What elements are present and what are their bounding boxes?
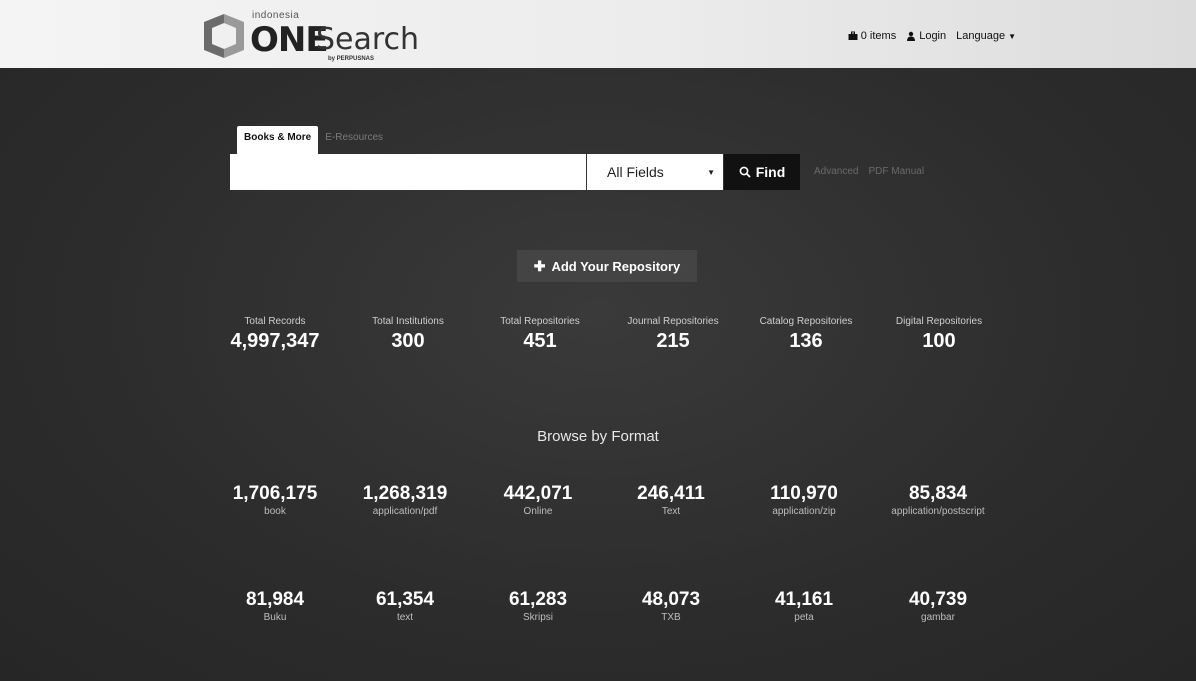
browse-by-format-heading: Browse by Format xyxy=(537,428,659,445)
format-item[interactable]: 246,411 Text xyxy=(606,483,736,517)
add-repository-button[interactable]: ✚ Add Your Repository xyxy=(517,250,697,282)
format-label: gambar xyxy=(921,612,955,623)
stat-value: 215 xyxy=(656,330,690,352)
advanced-search-link[interactable]: Advanced xyxy=(814,166,858,177)
onesearch-logo[interactable]: indonesia ONE Search by PERPUSNAS xyxy=(200,8,419,64)
language-dropdown[interactable]: Language ▼ xyxy=(956,30,1016,42)
format-item[interactable]: 41,161 peta xyxy=(739,589,869,623)
stat-label: Catalog Repositories xyxy=(759,316,853,327)
format-label: application/postscript xyxy=(891,506,985,517)
format-count: 85,834 xyxy=(908,483,968,504)
format-item[interactable]: 442,071 Online xyxy=(473,483,603,517)
format-label: peta xyxy=(794,612,814,623)
stat-value: 451 xyxy=(523,330,557,352)
field-select-value: All Fields xyxy=(607,164,664,180)
stat-total-institutions: Total Institutions 300 xyxy=(343,316,473,353)
stat-total-repositories: Total Repositories 451 xyxy=(475,316,605,353)
cart-items-label: 0 items xyxy=(860,30,897,42)
format-item[interactable]: 85,834 application/postscript xyxy=(873,483,1003,517)
search-tabs: Books & More E-Resources xyxy=(237,126,390,154)
format-label: book xyxy=(264,506,286,517)
format-label: Online xyxy=(523,506,553,517)
logo-search-text: Search xyxy=(316,22,420,57)
stat-label: Total Institutions xyxy=(372,316,444,327)
format-count: 61,283 xyxy=(508,589,568,610)
format-count: 40,739 xyxy=(908,589,968,610)
format-count: 110,970 xyxy=(770,483,838,504)
format-label: text xyxy=(396,612,414,623)
format-label: Text xyxy=(661,506,681,517)
user-icon xyxy=(907,31,916,41)
briefcase-icon xyxy=(848,31,858,40)
language-label: Language xyxy=(956,30,1006,42)
format-item[interactable]: 1,268,319 application/pdf xyxy=(340,483,470,517)
format-count: 1,268,319 xyxy=(362,483,448,504)
stat-catalog-repositories: Catalog Repositories 136 xyxy=(741,316,871,353)
find-label: Find xyxy=(755,164,786,180)
format-count: 246,411 xyxy=(637,483,705,504)
login-link[interactable]: Login xyxy=(906,30,946,42)
format-count: 1,706,175 xyxy=(232,483,318,504)
format-count: 442,071 xyxy=(503,483,573,504)
stat-digital-repositories: Digital Repositories 100 xyxy=(874,316,1004,353)
login-label: Login xyxy=(919,30,947,42)
caret-down-icon: ▼ xyxy=(707,168,715,177)
stat-value: 100 xyxy=(922,330,956,352)
search-input[interactable] xyxy=(230,154,586,190)
format-label: Buku xyxy=(263,612,287,623)
format-item[interactable]: 40,739 gambar xyxy=(873,589,1003,623)
format-count: 41,161 xyxy=(774,589,834,610)
stat-value: 136 xyxy=(789,330,823,352)
format-item[interactable]: 48,073 TXB xyxy=(606,589,736,623)
cart-link[interactable]: 0 items xyxy=(848,30,896,42)
stat-journal-repositories: Journal Repositories 215 xyxy=(608,316,738,353)
find-button[interactable]: Find xyxy=(724,154,800,190)
plus-icon: ✚ xyxy=(533,257,546,274)
search-links: Advanced PDF Manual xyxy=(814,166,924,177)
tab-e-resources[interactable]: E-Resources xyxy=(318,126,390,154)
search-icon xyxy=(739,166,751,178)
format-label: application/zip xyxy=(772,506,836,517)
format-count: 61,354 xyxy=(375,589,435,610)
stat-label: Total Repositories xyxy=(500,316,580,327)
format-count: 81,984 xyxy=(245,589,305,610)
stat-label: Digital Repositories xyxy=(895,316,983,327)
header: indonesia ONE Search by PERPUSNAS 0 item… xyxy=(0,0,1196,68)
stat-value: 300 xyxy=(391,330,425,352)
field-select[interactable]: All Fields ▼ xyxy=(587,154,723,190)
logo-mark-icon xyxy=(204,14,244,58)
format-item[interactable]: 61,283 Skripsi xyxy=(473,589,603,623)
add-repository-label: Add Your Repository xyxy=(551,258,681,274)
format-item[interactable]: 61,354 text xyxy=(340,589,470,623)
format-item[interactable]: 81,984 Buku xyxy=(210,589,340,623)
format-count: 48,073 xyxy=(641,589,701,610)
tab-books-and-more[interactable]: Books & More xyxy=(237,126,319,154)
stat-total-records: Total Records 4,997,347 xyxy=(210,316,340,353)
stat-label: Journal Repositories xyxy=(627,316,719,327)
pdf-manual-link[interactable]: PDF Manual xyxy=(868,166,924,177)
format-label: TXB xyxy=(661,612,681,623)
top-nav: 0 items Login Language ▼ xyxy=(848,30,1016,42)
format-label: Skripsi xyxy=(522,612,553,623)
format-label: application/pdf xyxy=(372,506,438,517)
format-item[interactable]: 1,706,175 book xyxy=(210,483,340,517)
logo-by-text: by PERPUSNAS xyxy=(328,56,375,62)
format-item[interactable]: 110,970 application/zip xyxy=(739,483,869,517)
stat-value: 4,997,347 xyxy=(230,330,320,352)
stat-label: Total Records xyxy=(244,316,306,327)
caret-down-icon: ▼ xyxy=(1008,31,1016,41)
